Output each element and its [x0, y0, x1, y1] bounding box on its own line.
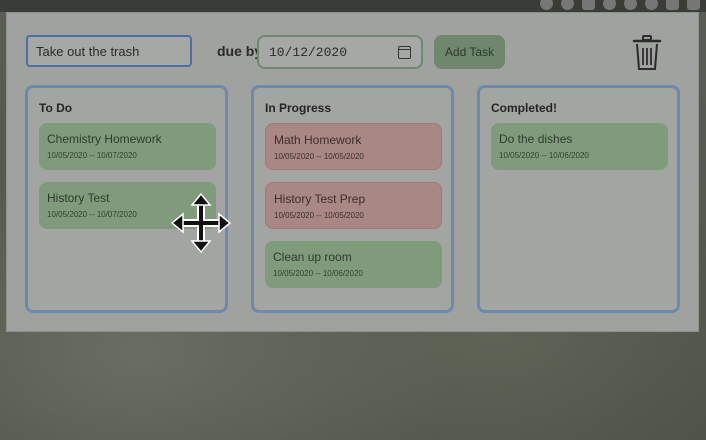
- task-card-title: Chemistry Homework: [47, 132, 162, 146]
- extension-icon[interactable]: [645, 0, 658, 10]
- task-card[interactable]: Clean up room 10/05/2020 -- 10/06/2020: [265, 241, 442, 288]
- extension-icon[interactable]: [540, 0, 553, 10]
- task-card-title: Do the dishes: [499, 132, 573, 146]
- task-card-dates: 10/05/2020 -- 10/05/2020: [274, 152, 364, 161]
- task-card-title: Clean up room: [273, 250, 352, 264]
- column-in-progress[interactable]: In Progress Math Homework 10/05/2020 -- …: [251, 85, 454, 313]
- task-card-title: History Test Prep: [274, 192, 366, 206]
- due-date-field[interactable]: 10/12/2020: [257, 35, 423, 69]
- extension-icon[interactable]: [687, 0, 700, 10]
- task-entry-bar: due by 10/12/2020 Add Task: [7, 13, 698, 83]
- move-cursor-icon: [171, 193, 231, 253]
- task-card-dates: 10/05/2020 -- 10/07/2020: [47, 151, 137, 160]
- extension-icon[interactable]: [582, 0, 595, 10]
- bookmark-star-icon[interactable]: [561, 0, 574, 10]
- calendar-icon[interactable]: [398, 45, 411, 59]
- task-card[interactable]: Chemistry Homework 10/05/2020 -- 10/07/2…: [39, 123, 216, 170]
- task-card[interactable]: Math Homework 10/05/2020 -- 10/05/2020: [265, 123, 442, 170]
- task-card[interactable]: History Test Prep 10/05/2020 -- 10/05/20…: [265, 182, 442, 229]
- task-card-dates: 10/05/2020 -- 10/05/2020: [274, 211, 364, 220]
- due-by-label: due by: [217, 43, 263, 59]
- browser-toolbar-strip: [0, 0, 706, 12]
- task-card-title: Math Homework: [274, 133, 362, 147]
- task-name-input[interactable]: [26, 35, 192, 67]
- task-board-app: due by 10/12/2020 Add Task To Do Chemist…: [6, 12, 699, 332]
- trash-icon[interactable]: [632, 35, 662, 71]
- column-title: Completed!: [491, 101, 557, 115]
- task-card[interactable]: Do the dishes 10/05/2020 -- 10/06/2020: [491, 123, 668, 170]
- extension-icon[interactable]: [603, 0, 616, 10]
- task-card-dates: 10/05/2020 -- 10/06/2020: [499, 151, 589, 160]
- extension-icon[interactable]: [624, 0, 637, 10]
- column-title: To Do: [39, 101, 73, 115]
- add-task-button[interactable]: Add Task: [434, 35, 505, 69]
- column-title: In Progress: [265, 101, 332, 115]
- extension-icon[interactable]: [666, 0, 679, 10]
- due-date-value: 10/12/2020: [269, 44, 348, 60]
- column-completed[interactable]: Completed! Do the dishes 10/05/2020 -- 1…: [477, 85, 680, 313]
- task-card-dates: 10/05/2020 -- 10/06/2020: [273, 269, 363, 278]
